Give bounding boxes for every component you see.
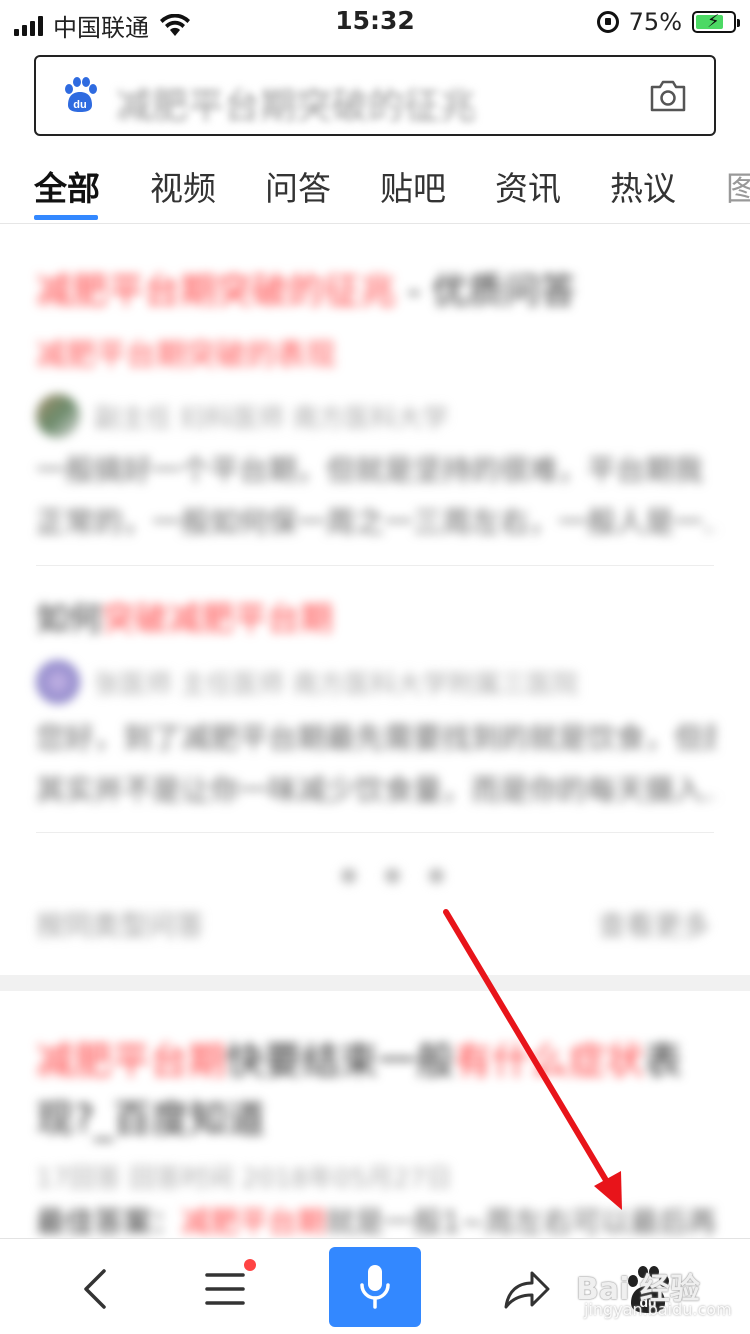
baidu-logo-icon: du	[65, 77, 97, 112]
active-tab-indicator	[34, 215, 98, 220]
microphone-icon	[360, 1265, 390, 1309]
result-1-snippet-line-1: 一般搞好一个平台期，但就是坚持的很难，平台期我	[36, 453, 704, 487]
tab-tieba[interactable]: 贴吧	[380, 162, 446, 210]
result-2-title[interactable]: 如何突破减肥平台期	[36, 592, 333, 640]
result-1-title-highlight: 减肥平台期突破的征兆	[36, 271, 397, 312]
result-2-title-prefix: 如何	[36, 599, 102, 638]
search-box[interactable]: du 减肥平台期突破的征兆	[34, 55, 716, 136]
search-query[interactable]: 减肥平台期突破的征兆	[116, 77, 476, 129]
result-3-title-line-2[interactable]: 现?_百度知道	[36, 1088, 265, 1143]
result-3-title-text-1: 快要结束一般	[226, 1039, 455, 1083]
notification-dot	[244, 1259, 256, 1271]
result-3-title-line-1[interactable]: 减肥平台期快要结束一般有什么症状表	[36, 1030, 682, 1085]
battery-icon: ⚡	[692, 11, 740, 33]
result-1-title[interactable]: 减肥平台期突破的征兆 - 优质问答	[36, 262, 576, 314]
voice-search-button[interactable]	[329, 1247, 421, 1327]
status-right: 75% ⚡	[596, 8, 740, 36]
watermark-url: jingyan.baidu.com	[584, 1300, 732, 1319]
tab-video[interactable]: 视频	[150, 162, 216, 210]
result-1-title-suffix: - 优质问答	[396, 271, 576, 312]
result-3-meta-text: 17回答 回答时间 2018年05月27日	[36, 1164, 452, 1194]
battery-percent: 75%	[628, 8, 682, 36]
result-3-snippet-text: 就是一般1~周左右可以最后再	[326, 1205, 716, 1239]
result-3-title-highlight-2: 有什么症状	[454, 1039, 645, 1083]
avatar	[36, 394, 80, 438]
charging-bolt-icon: ⚡	[707, 11, 720, 32]
menu-button[interactable]	[197, 1261, 253, 1317]
result-3-title-highlight-1: 减肥平台期	[36, 1039, 227, 1083]
avatar	[36, 660, 80, 704]
result-3-snippet-label: 最佳答案：	[36, 1205, 182, 1239]
result-2-author: 张医师 主任医师 南方医科大学附属三医院	[94, 669, 579, 700]
result-2-snippet-line-1: 您好，到了减肥平台期最先需要找到的就是饮食，但是	[36, 721, 716, 755]
back-button[interactable]	[68, 1261, 124, 1317]
result-1-subtitle[interactable]: 减肥平台期突破的表现	[36, 330, 336, 374]
tab-images[interactable]: 图	[726, 162, 750, 210]
result-2-snippet-line-2: 其实并不是让你一味减少饮食量，而是你的每天摄入...	[36, 773, 716, 807]
share-button[interactable]	[498, 1261, 554, 1317]
divider	[36, 565, 714, 566]
result-3-snippet-highlight: 减肥平台期	[181, 1205, 327, 1239]
result-3-meta: 17回答 回答时间 2018年05月27日	[36, 1158, 452, 1195]
result-3-title-text-2: 表	[644, 1039, 683, 1083]
svg-text:du: du	[73, 99, 86, 111]
related-questions-link[interactable]: 按同类型问答	[36, 904, 204, 944]
result-1-author: 副主任 妇科医师 南方医科大学	[94, 403, 449, 434]
tab-all[interactable]: 全部	[34, 162, 100, 210]
result-2-title-highlight: 突破减肥平台期	[102, 599, 333, 638]
tab-news[interactable]: 资讯	[495, 162, 561, 210]
camera-icon[interactable]	[648, 77, 688, 115]
view-more-link[interactable]: 查看更多	[598, 904, 710, 944]
result-1-snippet-line-2: 正常的，一般如何保一周之一三周左右，一般人是一...	[36, 505, 716, 539]
tab-hot[interactable]: 热议	[610, 162, 676, 210]
carousel-pager: ● ● ●	[340, 862, 456, 886]
result-2-meta: 张医师 主任医师 南方医科大学附属三医院	[36, 660, 579, 704]
category-tabs: 全部 视频 问答 贴吧 资讯 热议 图	[0, 150, 750, 224]
tab-qa[interactable]: 问答	[265, 162, 331, 210]
status-bar: 中国联通 15:32 75% ⚡	[0, 0, 750, 44]
result-1-meta: 副主任 妇科医师 南方医科大学	[36, 394, 449, 438]
divider	[36, 832, 714, 833]
rotation-lock-icon	[596, 11, 619, 33]
section-separator	[0, 975, 750, 991]
